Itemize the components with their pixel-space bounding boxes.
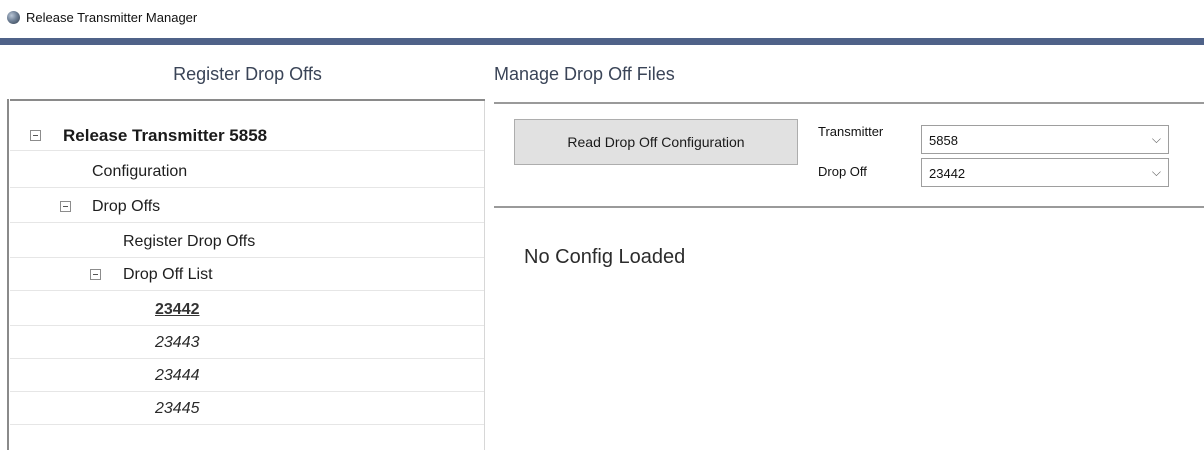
tree-node-label: 23444 (155, 367, 200, 384)
transmitter-value: 5858 (929, 133, 958, 148)
right-panel-header: Manage Drop Off Files (494, 45, 1204, 101)
chevron-down-icon[interactable]: ⌵ (1152, 165, 1161, 180)
tree-node-label: 23442 (155, 301, 200, 318)
drop-off-dropdown[interactable]: 23442 ⌵ (921, 158, 1169, 187)
left-panel-header: Register Drop Offs (10, 45, 485, 101)
tree-node-register-drop-offs[interactable]: Register Drop Offs (10, 225, 484, 258)
tree-node-drop-off-23444[interactable]: 23444 (10, 359, 484, 392)
tree-node-configuration[interactable]: Configuration (10, 155, 484, 188)
panel-divider (484, 101, 485, 450)
tree-node-transmitter[interactable]: Release Transmitter 5858 (10, 118, 484, 151)
globe-icon (7, 11, 20, 24)
chevron-down-icon[interactable]: ⌵ (1152, 132, 1161, 147)
status-message: No Config Loaded (524, 246, 686, 268)
tree-node-drop-off-23445[interactable]: 23445 (10, 392, 484, 425)
transmitter-dropdown[interactable]: 5858 ⌵ (921, 125, 1169, 154)
tree-node-label: Drop Offs (92, 198, 161, 215)
tree-node-label: Release Transmitter 5858 (63, 126, 268, 145)
drop-off-label: Drop Off (818, 164, 867, 179)
left-panel-title: Register Drop Offs (173, 64, 322, 84)
transmitter-label: Transmitter (818, 124, 884, 139)
collapse-icon[interactable] (90, 269, 101, 280)
tree-node-label: Configuration (92, 163, 188, 180)
title-bar: Release Transmitter Manager (0, 0, 1204, 36)
tree-node-drop-off-list[interactable]: Drop Off List (10, 258, 484, 291)
right-panel-title: Manage Drop Off Files (494, 64, 675, 84)
divider (494, 102, 1204, 104)
tree-node-label: Register Drop Offs (123, 233, 256, 250)
collapse-icon[interactable] (60, 201, 71, 212)
left-panel-border (7, 99, 9, 450)
divider (494, 206, 1204, 208)
left-panel-border (10, 99, 485, 101)
tree-node-drop-off-23443[interactable]: 23443 (10, 326, 484, 359)
tree-node-label: 23445 (155, 400, 200, 417)
read-drop-off-configuration-button[interactable]: Read Drop Off Configuration (514, 119, 798, 165)
window-title: Release Transmitter Manager (26, 10, 198, 25)
tree-node-label: 23443 (155, 334, 200, 351)
collapse-icon[interactable] (30, 130, 41, 141)
tree-node-drop-offs[interactable]: Drop Offs (10, 190, 484, 223)
tree-node-label: Drop Off List (123, 266, 213, 283)
drop-off-value: 23442 (929, 166, 966, 181)
tree-node-drop-off-23442[interactable]: 23442 (10, 293, 484, 326)
accent-bar (0, 38, 1204, 45)
